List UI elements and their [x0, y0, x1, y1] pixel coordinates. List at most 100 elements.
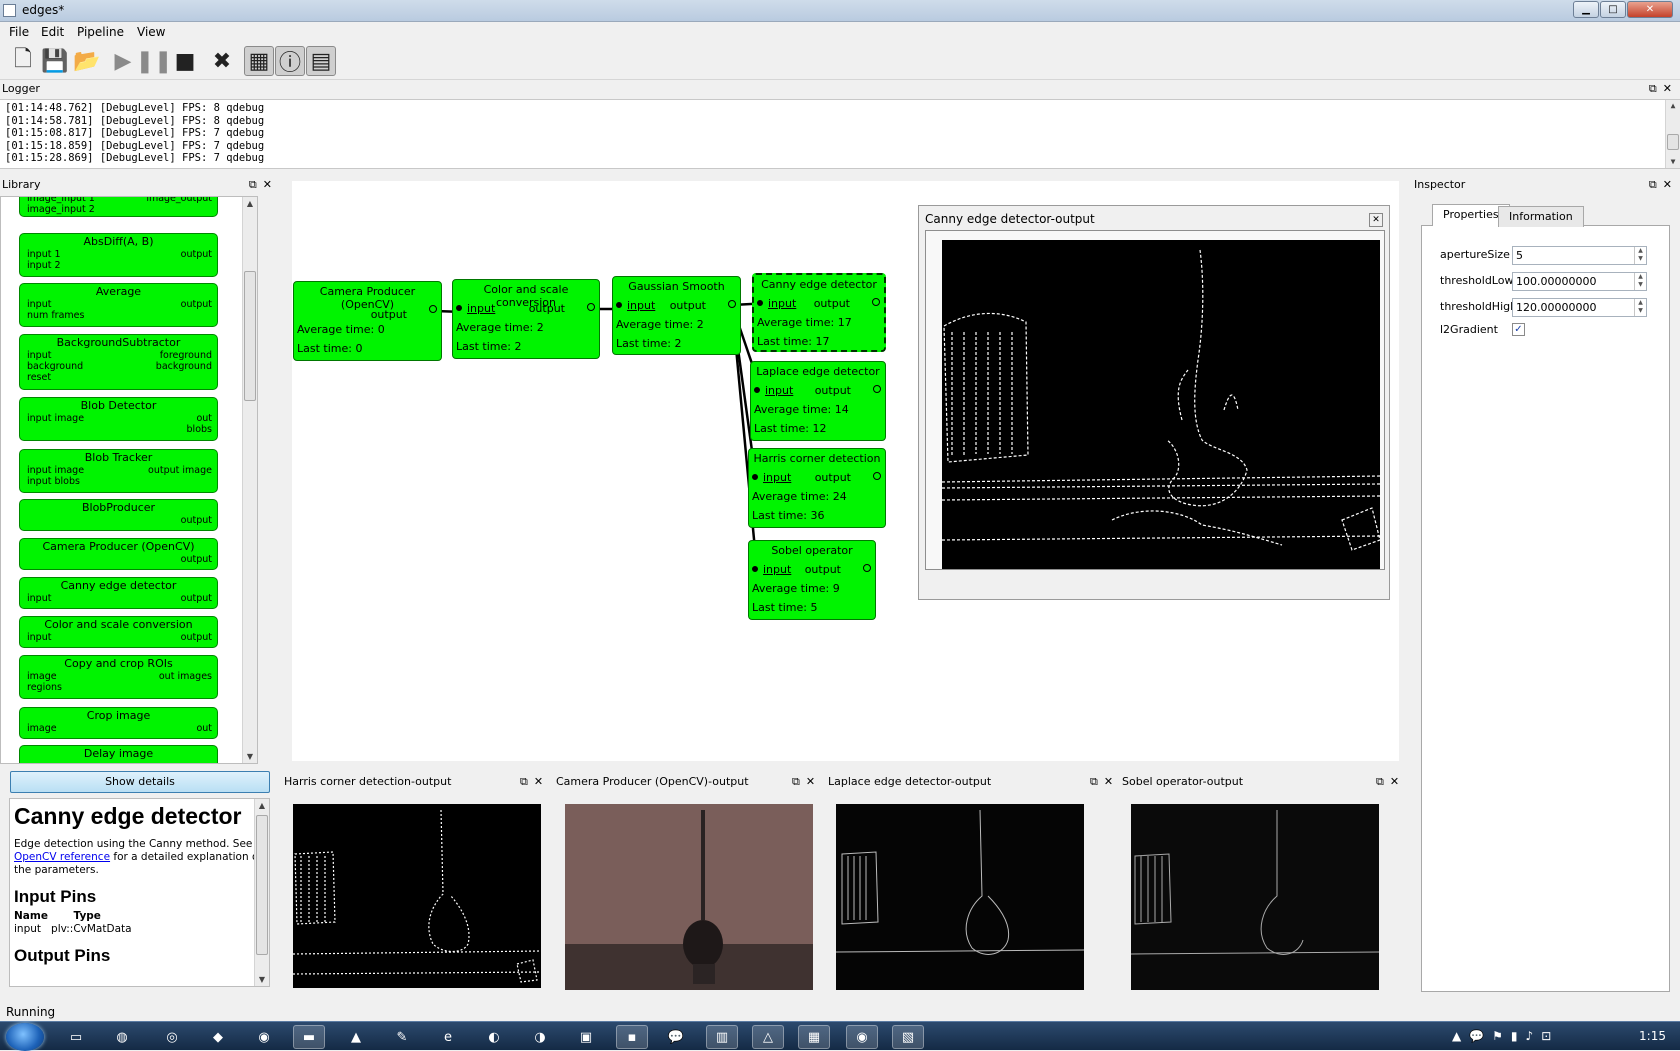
system-tray[interactable]: ▲💬⚑▮♪⊡: [1452, 1029, 1559, 1043]
app-icon[interactable]: ◑: [524, 1025, 556, 1049]
delete-icon[interactable]: ✖: [207, 46, 237, 76]
minimize-button[interactable]: ▁: [1573, 1, 1599, 18]
menu-file[interactable]: File: [9, 25, 29, 39]
terminal-icon[interactable]: ▪: [616, 1025, 648, 1049]
close-button[interactable]: ✕: [1627, 1, 1673, 18]
new-document-icon[interactable]: 🗋: [8, 46, 38, 76]
node-input-pin[interactable]: input: [467, 302, 495, 315]
node-output-pin[interactable]: [863, 564, 871, 572]
node-output-pin[interactable]: [728, 300, 736, 308]
node-input-pin[interactable]: input: [763, 471, 791, 484]
col-type: Type: [73, 910, 101, 922]
node-input-pin[interactable]: input: [765, 384, 793, 397]
open-folder-icon[interactable]: 📂: [72, 46, 102, 76]
pause-icon[interactable]: ❚❚: [136, 46, 173, 76]
dock-buttons[interactable]: ⧉✕: [1649, 80, 1678, 98]
node-input-pin-dot[interactable]: [456, 305, 462, 311]
chrome-icon[interactable]: ◎: [156, 1025, 188, 1049]
pipeline-node-canny[interactable]: Canny edge detector input output Average ti…: [752, 273, 886, 352]
filmstrip-icon[interactable]: ▤: [306, 46, 336, 76]
firefox-icon[interactable]: ◍: [106, 1025, 138, 1049]
library-item[interactable]: AbsDiff(A, B) input 1 output input 2: [19, 233, 218, 277]
canny-output-window[interactable]: Canny edge detector-output ✕: [918, 205, 1390, 600]
library-item[interactable]: image_input 1 image_output image_input 2: [19, 196, 218, 217]
edges-app-icon[interactable]: ▦: [798, 1025, 830, 1049]
library-item-input: input 1: [27, 249, 61, 260]
ie-icon[interactable]: e: [432, 1025, 464, 1049]
vlc-icon[interactable]: ▲: [340, 1025, 372, 1049]
pipeline-node-sobel[interactable]: Sobel operator input output Average time: 9…: [748, 540, 876, 620]
logger-scrollbar[interactable]: ▲ ▼: [1665, 100, 1680, 168]
opencv-reference-link[interactable]: OpenCV reference: [14, 851, 110, 863]
app-icon[interactable]: ◉: [248, 1025, 280, 1049]
library-item-input: image_input 1: [27, 196, 95, 204]
tab-information[interactable]: Information: [1498, 206, 1584, 227]
app-icon[interactable]: ▬: [293, 1025, 325, 1049]
pipeline-node-laplace[interactable]: Laplace edge detector input output Average …: [750, 361, 886, 441]
stop-icon[interactable]: ■: [170, 46, 200, 76]
pipeline-node-cam[interactable]: Camera Producer (OpenCV) output Average ti…: [293, 281, 442, 361]
details-scrollbar[interactable]: ▲ ▼: [254, 799, 269, 986]
play-icon[interactable]: ▶: [108, 46, 138, 76]
library-item[interactable]: Delay image: [19, 745, 218, 763]
close-icon[interactable]: ✕: [1369, 213, 1383, 227]
node-input-pin-dot[interactable]: [616, 302, 622, 308]
node-output-pin[interactable]: [429, 305, 437, 313]
node-output-pin[interactable]: [587, 303, 595, 311]
app-icon[interactable]: ◐: [478, 1025, 510, 1049]
node-output-pin[interactable]: [873, 472, 881, 480]
node-input-pin-dot[interactable]: [752, 474, 758, 480]
app-icon[interactable]: △: [752, 1025, 784, 1049]
dock-buttons[interactable]: ⧉✕: [520, 773, 549, 791]
dock-buttons[interactable]: ⧉✕: [249, 176, 278, 194]
app-icon[interactable]: ▣: [570, 1025, 602, 1049]
show-details-button[interactable]: Show details: [10, 771, 270, 793]
app-icon[interactable]: ▥: [706, 1025, 738, 1049]
library-item[interactable]: Blob Detector input image out blobs: [19, 397, 218, 441]
node-input-pin[interactable]: input: [768, 297, 796, 310]
dock-buttons[interactable]: ⧉✕: [1376, 773, 1405, 791]
aperture-size-spinbox[interactable]: 5 ▲ ▼: [1512, 246, 1647, 265]
library-item[interactable]: BlobProducer output: [19, 499, 218, 531]
pipeline-node-gauss[interactable]: Gaussian Smooth input output Average time: …: [612, 276, 741, 355]
node-input-pin-dot[interactable]: [754, 387, 760, 393]
app-icon[interactable]: ▧: [892, 1025, 924, 1049]
threshold-high-spinbox[interactable]: 120.00000000 ▲ ▼: [1512, 298, 1647, 317]
library-item[interactable]: Crop image image out: [19, 707, 218, 739]
explorer-icon[interactable]: ▭: [60, 1025, 92, 1049]
save-icon[interactable]: 💾: [40, 46, 70, 76]
app-icon[interactable]: ◆: [202, 1025, 234, 1049]
dock-buttons[interactable]: ⧉✕: [1090, 773, 1119, 791]
menu-pipeline[interactable]: Pipeline: [77, 25, 124, 39]
node-input-pin-dot[interactable]: [757, 300, 763, 306]
info-icon[interactable]: ⓘ: [275, 46, 305, 76]
node-input-pin-dot[interactable]: [752, 566, 758, 572]
library-scrollbar[interactable]: ▲ ▼: [242, 197, 257, 763]
start-button[interactable]: [6, 1023, 44, 1051]
library-item[interactable]: Canny edge detector input output: [19, 577, 218, 609]
menu-view[interactable]: View: [137, 25, 165, 39]
l2gradient-checkbox[interactable]: ✓: [1512, 323, 1525, 336]
menu-edit[interactable]: Edit: [41, 25, 64, 39]
app-icon: [3, 4, 16, 17]
library-item[interactable]: Color and scale conversion input output: [19, 616, 218, 648]
library-item[interactable]: BackgroundSubtractor input foreground backg…: [19, 334, 218, 390]
chat-icon[interactable]: 💬: [660, 1025, 692, 1049]
app-icon[interactable]: ✎: [386, 1025, 418, 1049]
node-output-pin[interactable]: [872, 298, 880, 306]
pipeline-node-color[interactable]: Color and scale conversion input output Ave…: [452, 279, 600, 359]
library-item[interactable]: Camera Producer (OpenCV) output: [19, 538, 218, 570]
library-item[interactable]: Average input output num frames: [19, 283, 218, 327]
app-icon[interactable]: ◉: [846, 1025, 878, 1049]
library-item[interactable]: Copy and crop ROIs image out images regions: [19, 655, 218, 699]
node-input-pin[interactable]: input: [763, 563, 791, 576]
node-input-pin[interactable]: input: [627, 299, 655, 312]
library-item[interactable]: Blob Tracker input image output image input…: [19, 449, 218, 493]
film-icon[interactable]: ▦: [244, 46, 274, 76]
pipeline-node-harris[interactable]: Harris corner detection input output Averag…: [748, 448, 886, 528]
threshold-low-spinbox[interactable]: 100.00000000 ▲ ▼: [1512, 272, 1647, 291]
prop-label: thresholdLow: [1440, 274, 1514, 287]
maximize-button[interactable]: □: [1600, 1, 1626, 18]
node-output-pin[interactable]: [873, 385, 881, 393]
dock-buttons[interactable]: ⧉✕: [792, 773, 821, 791]
